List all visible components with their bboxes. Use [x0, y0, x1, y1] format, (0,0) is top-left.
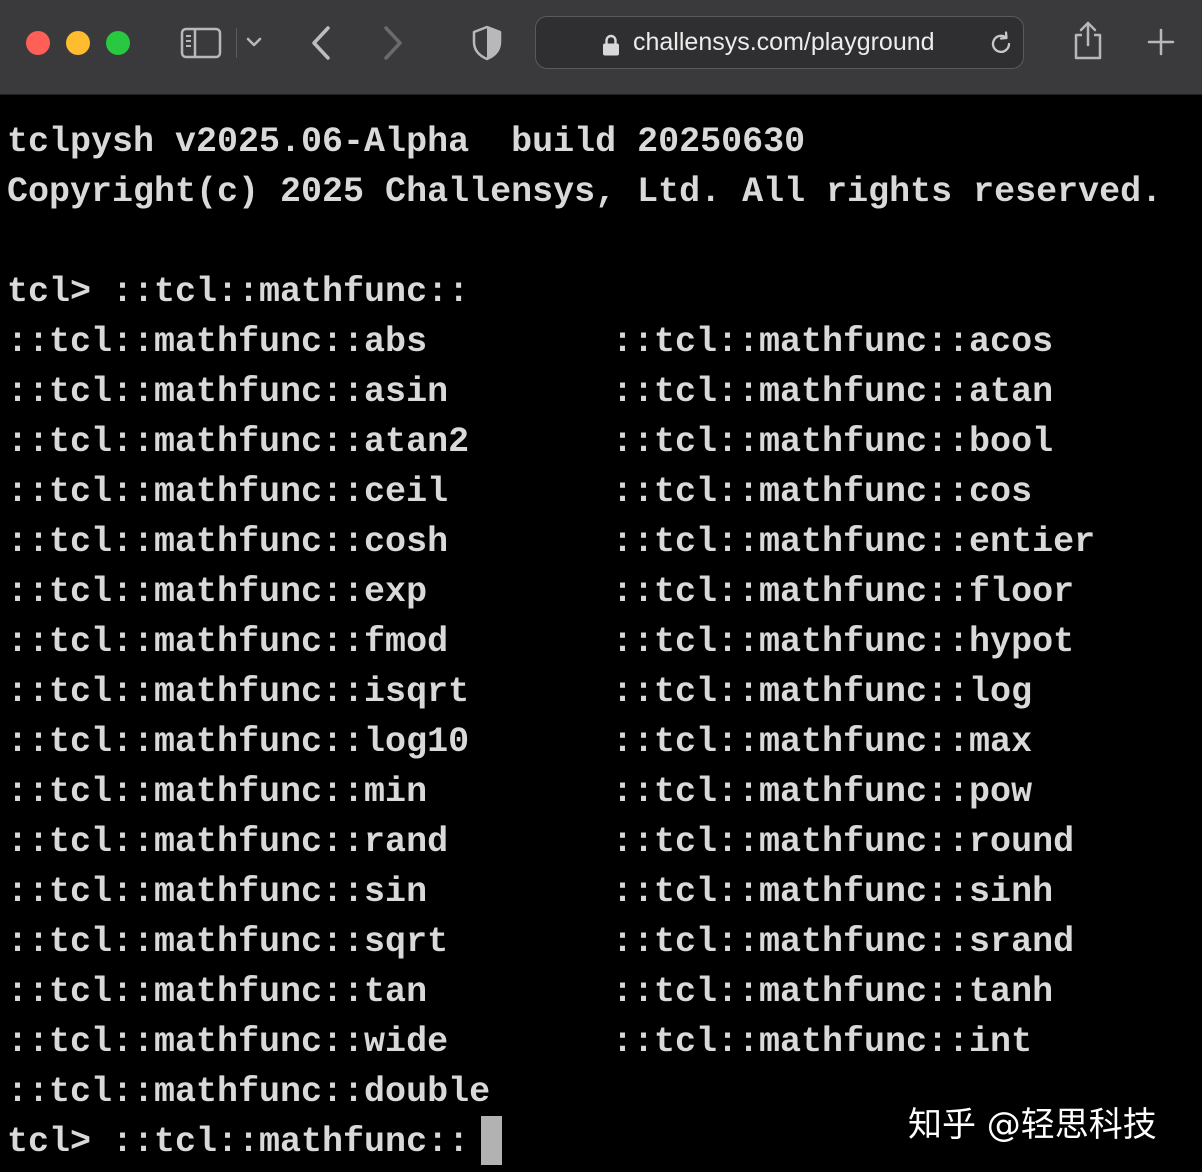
completion-item: ::tcl::mathfunc::rand: [7, 822, 449, 862]
completion-item: ::tcl::mathfunc::floor: [612, 572, 1075, 612]
completion-item: ::tcl::mathfunc::min: [7, 772, 428, 812]
text-cursor: [481, 1116, 502, 1165]
completion-item: ::tcl::mathfunc::sin: [7, 872, 428, 912]
completion-item: ::tcl::mathfunc::sqrt: [7, 922, 449, 962]
completion-item: ::tcl::mathfunc::atan: [612, 372, 1054, 412]
shield-icon[interactable]: [471, 24, 503, 62]
completion-item: ::tcl::mathfunc::hypot: [612, 622, 1075, 662]
completion-item: ::tcl::mathfunc::fmod: [7, 622, 449, 662]
completion-item: ::tcl::mathfunc::srand: [612, 922, 1075, 962]
input-line: tcl> ::tcl::mathfunc::: [7, 1122, 470, 1162]
completion-item: ::tcl::mathfunc::sinh: [612, 872, 1054, 912]
watermark: 知乎 @轻思科技: [908, 1105, 1157, 1145]
completion-item: ::tcl::mathfunc::tan: [7, 972, 428, 1012]
completion-item: ::tcl::mathfunc::asin: [7, 372, 449, 412]
completion-item: ::tcl::mathfunc::max: [612, 722, 1033, 762]
minimize-window-button[interactable]: [66, 31, 90, 55]
completion-item: ::tcl::mathfunc::entier: [612, 522, 1096, 562]
completion-item: ::tcl::mathfunc::atan2: [7, 422, 470, 462]
completion-item: ::tcl::mathfunc::bool: [612, 422, 1054, 462]
completion-item: ::tcl::mathfunc::double: [7, 1072, 491, 1112]
forward-arrow-icon[interactable]: [380, 24, 406, 62]
completion-item: ::tcl::mathfunc::round: [612, 822, 1075, 862]
completion-item: ::tcl::mathfunc::exp: [7, 572, 428, 612]
completion-item: ::tcl::mathfunc::log: [612, 672, 1033, 712]
plus-icon[interactable]: [1146, 27, 1176, 57]
lock-icon: [603, 34, 619, 56]
back-arrow-icon[interactable]: [308, 24, 334, 62]
completion-item: ::tcl::mathfunc::acos: [612, 322, 1054, 362]
completion-item: ::tcl::mathfunc::abs: [7, 322, 428, 362]
completion-item: ::tcl::mathfunc::cosh: [7, 522, 449, 562]
reload-icon[interactable]: [988, 30, 1014, 58]
toolbar-divider: [236, 28, 237, 58]
completion-item: ::tcl::mathfunc::log10: [7, 722, 470, 762]
completion-item: ::tcl::mathfunc::cos: [612, 472, 1033, 512]
share-icon[interactable]: [1070, 20, 1106, 62]
banner-line: tclpysh v2025.06-Alpha build 20250630: [7, 122, 806, 162]
address-bar[interactable]: challensys.com/playground: [535, 16, 1024, 69]
command-line: tcl> ::tcl::mathfunc::: [7, 272, 470, 312]
completion-item: ::tcl::mathfunc::tanh: [612, 972, 1054, 1012]
sidebar-icon[interactable]: [180, 27, 222, 59]
url-text[interactable]: challensys.com/playground: [633, 28, 935, 57]
close-window-button[interactable]: [26, 31, 50, 55]
zoom-window-button[interactable]: [106, 31, 130, 55]
completion-item: ::tcl::mathfunc::isqrt: [7, 672, 470, 712]
chevron-down-icon[interactable]: [245, 34, 263, 50]
completion-item: ::tcl::mathfunc::ceil: [7, 472, 449, 512]
banner-line: Copyright(c) 2025 Challensys, Ltd. All r…: [7, 172, 1163, 212]
completion-item: ::tcl::mathfunc::pow: [612, 772, 1033, 812]
browser-toolbar: challensys.com/playground: [0, 0, 1202, 95]
completion-item: ::tcl::mathfunc::wide: [7, 1022, 449, 1062]
completion-item: ::tcl::mathfunc::int: [612, 1022, 1033, 1062]
